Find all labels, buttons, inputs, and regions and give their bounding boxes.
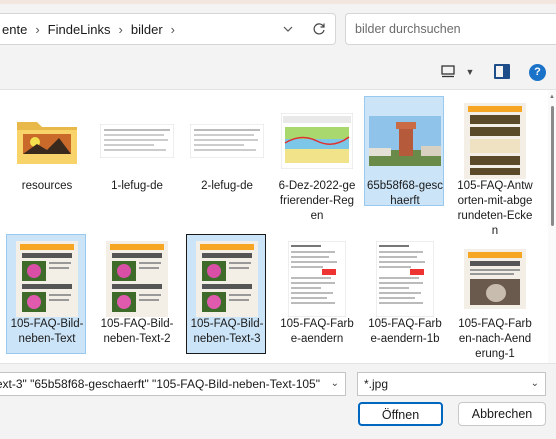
file-item[interactable]: 105-FAQ-Farbe-aendern [276,234,356,354]
preview-pane-icon[interactable] [494,64,510,79]
file-name: 105-FAQ-Farbe-aendern [280,318,354,345]
scrollbar-thumb[interactable] [551,106,554,226]
file-thumbnail [365,241,445,317]
breadcrumb-separator-icon: › [35,21,40,37]
file-name: 105-FAQ-Farbe-aendern-1b [368,318,442,345]
file-thumbnail [455,103,535,179]
file-thumbnail [277,241,357,317]
file-thumbnail [7,241,87,317]
file-name: 105-FAQ-Farben-nach-Aenderung-1 [458,318,532,360]
filename-combobox[interactable]: ⌄ [0,372,346,396]
file-item[interactable]: 105-FAQ-Antworten-mit-abgerundeten-Ecken [454,96,535,237]
search-input[interactable] [355,22,556,36]
file-item[interactable]: 6-Dez-2022-gefrierender-Regen [276,96,357,222]
file-name: resources [21,180,73,192]
file-item[interactable]: 105-FAQ-Bild-neben-Text-2 [96,234,176,354]
open-button[interactable]: Öffnen [358,402,443,426]
file-item[interactable]: 105-FAQ-Bild-neben-Text [6,234,86,354]
file-list: resources 1-lefug-de 2-lefug-de 6-Dez-2022-… [0,90,548,363]
file-thumbnail [455,243,535,315]
scroll-up-icon[interactable]: ▲ [548,94,556,102]
view-options-chevron-icon[interactable]: ▼ [464,66,476,78]
address-bar[interactable]: ente › FindeLinks › bilder › [0,13,336,45]
file-item[interactable]: 105-FAQ-Bild-neben-Text-3 [186,234,266,354]
breadcrumb-item-bilder[interactable]: bilder [131,22,163,37]
file-name: 105-FAQ-Bild-neben-Text [10,318,84,345]
file-thumbnail [97,241,177,317]
file-item[interactable]: 105-FAQ-Farben-nach-Aenderung-1 [454,234,535,360]
list-view-icon[interactable] [440,64,458,80]
search-box[interactable] [345,13,556,45]
file-item[interactable]: 105-FAQ-Farbe-aendern-1b [364,234,444,354]
vertical-scrollbar[interactable]: ▲ [548,90,556,363]
file-name: 6-Dez-2022-gefrierender-Regen [278,180,356,222]
file-item[interactable]: 65b58f68-geschaerft [364,96,445,207]
breadcrumb-separator-icon[interactable]: › [171,22,175,37]
filename-input[interactable] [0,377,320,391]
file-thumbnail [277,105,357,177]
filename-dropdown-icon[interactable]: ⌄ [331,378,339,389]
file-type-value: *.jpg [364,377,389,391]
folder-icon [7,105,87,177]
cancel-button[interactable]: Abbrechen [458,402,546,426]
file-name: 2-lefug-de [201,180,253,192]
file-thumbnail [365,105,445,177]
file-item[interactable]: 1-lefug-de [96,96,176,206]
address-history-chevron-icon[interactable] [273,14,303,44]
refresh-icon[interactable] [303,14,335,44]
file-name: 105-FAQ-Bild-neben-Text-3 [190,318,264,345]
file-type-dropdown-icon[interactable]: ⌄ [531,378,539,389]
file-name: 105-FAQ-Antworten-mit-abgerundeten-Ecken [457,180,533,237]
file-name: 65b58f68-geschaerft [366,180,444,207]
file-item[interactable]: 2-lefug-de [186,96,266,206]
breadcrumb-item-findelinks[interactable]: FindeLinks [48,22,111,37]
breadcrumb: ente › FindeLinks › bilder › [0,22,273,37]
file-thumbnail [187,241,267,317]
breadcrumb-item-ente[interactable]: ente [2,22,27,37]
file-name: 1-lefug-de [111,180,163,192]
help-icon[interactable]: ? [529,64,546,81]
file-thumbnail [97,105,177,177]
file-name: 105-FAQ-Bild-neben-Text-2 [100,318,174,345]
file-item[interactable]: resources [6,96,86,206]
file-type-select[interactable]: *.jpg ⌄ [357,372,546,396]
breadcrumb-separator-icon: › [118,21,123,37]
file-thumbnail [187,105,267,177]
